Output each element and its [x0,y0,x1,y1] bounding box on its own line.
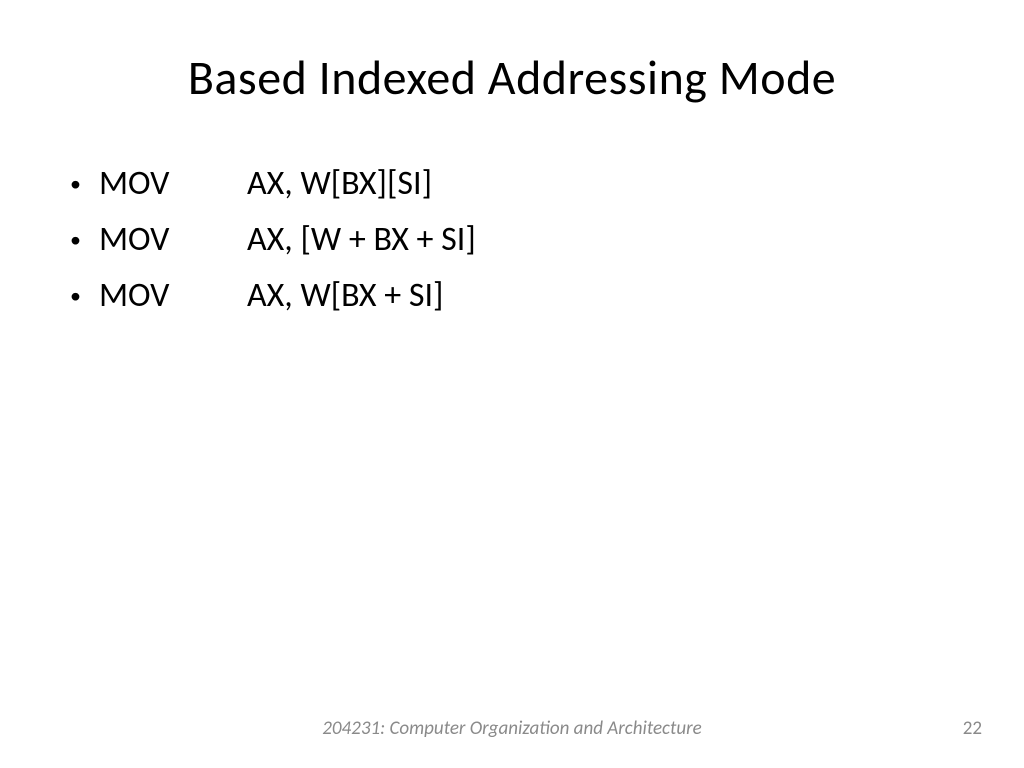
instruction-args: AX, W[BX][SI] [247,163,432,205]
footer-text: 204231: Computer Organization and Archit… [322,717,701,740]
bullet-icon: • [70,275,81,317]
page-number: 22 [963,717,982,740]
slide: Based Indexed Addressing Mode • MOV AX, … [0,0,1024,768]
bullet-icon: • [70,219,81,261]
bullet-row: MOV AX, W[BX + SI] [99,275,444,317]
instruction-op: MOV [99,163,247,205]
instruction-args: AX, [W + BX + SI] [247,219,476,261]
list-item: • MOV AX, W[BX][SI] [70,163,964,205]
bullet-icon: • [70,163,81,205]
slide-content: • MOV AX, W[BX][SI] • MOV AX, [W + BX + … [60,163,964,728]
instruction-args: AX, W[BX + SI] [247,275,444,317]
bullet-row: MOV AX, W[BX][SI] [99,163,432,205]
bullet-row: MOV AX, [W + BX + SI] [99,219,476,261]
bullet-list: • MOV AX, W[BX][SI] • MOV AX, [W + BX + … [60,163,964,317]
instruction-op: MOV [99,219,247,261]
list-item: • MOV AX, [W + BX + SI] [70,219,964,261]
slide-title: Based Indexed Addressing Mode [60,48,964,107]
instruction-op: MOV [99,275,247,317]
list-item: • MOV AX, W[BX + SI] [70,275,964,317]
slide-footer: 204231: Computer Organization and Archit… [0,717,1024,740]
